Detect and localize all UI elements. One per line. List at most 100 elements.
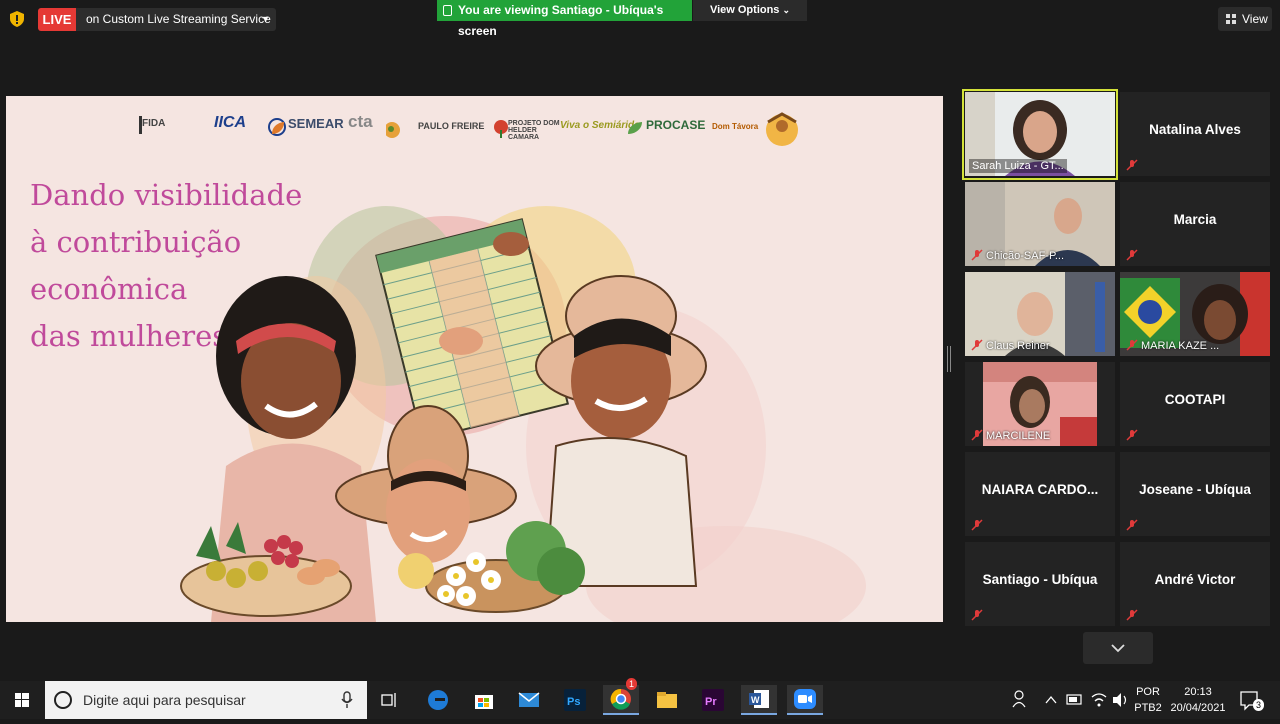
participant-name: MARIA KAZE ... (1141, 340, 1220, 352)
participant-tile[interactable]: Marcia (1120, 182, 1270, 266)
premiere-icon: Pr (702, 689, 724, 711)
zoom-taskbar-button[interactable] (787, 685, 823, 715)
svg-text:W: W (751, 695, 760, 705)
search-placeholder: Digite aqui para pesquisar (83, 692, 246, 708)
cortana-icon (54, 691, 72, 709)
logo-procase: PROCASE (646, 118, 706, 132)
mail-taskbar-button[interactable] (511, 685, 547, 715)
logo-iica: IICA (214, 114, 246, 131)
store-taskbar-button[interactable] (466, 685, 502, 715)
svg-text:Ps: Ps (567, 696, 580, 708)
participant-tile[interactable]: NAIARA CARDO... (965, 452, 1115, 536)
volume-icon[interactable] (1111, 681, 1129, 719)
chrome-taskbar-button[interactable]: 1 (603, 678, 639, 715)
task-view-icon (381, 693, 396, 707)
photoshop-taskbar-button[interactable]: Ps (557, 685, 593, 715)
dom-helder-flower-icon (494, 120, 508, 138)
language-code: POR (1136, 686, 1160, 698)
chevron-down-icon: ▼ (261, 14, 270, 24)
task-view-button[interactable] (372, 685, 408, 715)
microphone-icon[interactable] (341, 691, 353, 709)
participant-tile[interactable]: MARIA KAZE ... (1120, 272, 1270, 356)
taskbar-search-box[interactable]: Digite aqui para pesquisar (45, 681, 367, 719)
participant-tile[interactable]: Joseane - Ubíqua (1120, 452, 1270, 536)
muted-mic-icon (1126, 249, 1138, 261)
keyboard-layout: PTB2 (1134, 702, 1162, 714)
chrome-notification-badge: 1 (625, 678, 637, 690)
word-taskbar-button[interactable]: W (741, 685, 777, 715)
participant-tile[interactable]: Chicão-SAF-P... (965, 182, 1115, 266)
participant-tile[interactable]: COOTAPI (1120, 362, 1270, 446)
windows-taskbar: Digite aqui para pesquisar Ps 1 Pr W POR… (0, 678, 1280, 719)
edge-icon (428, 690, 448, 710)
mail-icon (518, 692, 540, 707)
wifi-icon[interactable] (1090, 681, 1108, 719)
security-shield-icon[interactable] (10, 11, 24, 27)
participant-name: Santiago - Ubíqua (982, 572, 1098, 587)
participant-tile[interactable]: Santiago - Ubíqua (965, 542, 1115, 626)
battery-icon[interactable] (1066, 681, 1084, 719)
muted-mic-icon (971, 249, 983, 261)
notification-count-badge: 3 (1253, 699, 1265, 711)
muted-mic-icon (971, 519, 983, 531)
participant-name: Claus Reiner (986, 340, 1050, 352)
folder-icon (657, 692, 677, 708)
people-icon[interactable] (1011, 681, 1029, 719)
sponsor-logos-strip: FIDA IICA SEMEAR cta PAULO FREIRE PROJET… (136, 112, 806, 152)
participant-name: Marcia (1173, 212, 1217, 227)
action-center-button[interactable]: 3 (1236, 681, 1266, 719)
chevron-down-icon: ⌄ (782, 5, 791, 15)
logo-dom-helder: PROJETO DOM HELDER CAMARA (508, 120, 560, 141)
participant-name: André Victor (1154, 572, 1236, 587)
women-illustration (180, 206, 866, 622)
procase-leaf-icon (628, 122, 642, 134)
grid-icon (1226, 14, 1236, 24)
windows-logo-icon (15, 693, 29, 707)
muted-mic-icon (1126, 429, 1138, 441)
muted-mic-icon (971, 609, 983, 621)
muted-mic-icon (971, 429, 983, 441)
participant-name: Joseane - Ubíqua (1139, 482, 1251, 497)
logo-dom-tavora: Dom Távora (712, 122, 759, 131)
participant-tile[interactable]: André Victor (1120, 542, 1270, 626)
participant-name: Chicão-SAF-P... (986, 250, 1065, 262)
input-language-indicator[interactable]: POR PTB2 (1134, 684, 1162, 716)
resize-handle[interactable] (946, 346, 952, 372)
viewing-screen-text: You are viewing Santiago - Ubíqua's scre… (458, 3, 664, 38)
logo-cta: cta (348, 112, 373, 131)
streaming-service-label: on Custom Live Streaming Service (86, 12, 271, 26)
premiere-taskbar-button[interactable]: Pr (695, 685, 731, 715)
next-participants-button[interactable] (1083, 632, 1153, 664)
logo-semear: SEMEAR (288, 116, 344, 131)
muted-mic-icon (1126, 519, 1138, 531)
start-button[interactable] (0, 681, 44, 719)
participant-tile[interactable]: MARCILENE (965, 362, 1115, 446)
clock-time: 20:13 (1184, 686, 1212, 698)
chrome-icon (610, 688, 631, 710)
logo-mascot (766, 112, 798, 146)
taskbar-clock[interactable]: 20:13 20/04/2021 (1166, 684, 1230, 716)
zoom-icon (794, 689, 816, 709)
edge-taskbar-button[interactable] (420, 685, 456, 715)
participant-tile[interactable]: Natalina Alves (1120, 92, 1270, 176)
live-badge[interactable]: LIVE (38, 8, 76, 31)
clock-date: 20/04/2021 (1170, 702, 1226, 714)
file-explorer-taskbar-button[interactable] (649, 685, 685, 715)
participant-name: MARCILENE (986, 430, 1051, 442)
chevron-up-icon[interactable] (1044, 681, 1058, 719)
view-options-button[interactable]: View Options ⌄ (693, 0, 807, 21)
semear-leaf-icon (272, 122, 284, 134)
store-icon (475, 695, 493, 709)
photoshop-icon: Ps (564, 689, 586, 711)
participant-tile[interactable]: Claus Reiner (965, 272, 1115, 356)
screen-share-icon (443, 5, 452, 16)
chevron-down-icon (1111, 644, 1125, 653)
participant-name: Natalina Alves (1149, 122, 1241, 137)
muted-mic-icon (971, 339, 983, 351)
view-layout-button[interactable]: View (1218, 7, 1272, 31)
streaming-service-dropdown[interactable]: on Custom Live Streaming Service ▼ (76, 8, 276, 31)
active-speaker-highlight (962, 89, 1118, 180)
muted-mic-icon (1126, 339, 1138, 351)
participant-name: COOTAPI (1164, 392, 1226, 407)
view-label: View (1242, 12, 1268, 26)
